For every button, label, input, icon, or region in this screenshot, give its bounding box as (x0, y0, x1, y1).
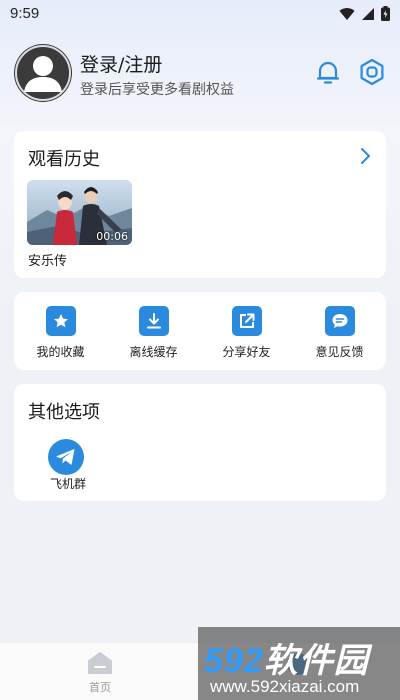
status-icons (339, 6, 390, 21)
status-time: 9:59 (10, 5, 40, 22)
settings-icon (360, 58, 384, 86)
chevron-right-icon (361, 148, 370, 164)
share-friends-label: 分享好友 (222, 345, 271, 359)
favorites-label: 我的收藏 (36, 345, 85, 359)
watermark-logo-number: 592 (204, 642, 264, 680)
watermark-url: www.592xiazai.com (210, 677, 360, 696)
offline-cache-button[interactable]: 离线缓存 (107, 292, 200, 370)
feedback-icon (332, 314, 347, 328)
other-options-card: 其他选项 飞机群 (14, 384, 386, 501)
wifi-icon (339, 7, 355, 20)
settings-button[interactable] (357, 57, 387, 87)
user-placeholder-icon (15, 45, 71, 101)
nav-home-label: 首页 (89, 681, 111, 694)
login-subtitle: 登录后享受更多看剧权益 (80, 82, 234, 98)
history-video-title[interactable]: 安乐传 (28, 250, 67, 269)
share-friends-button[interactable]: 分享好友 (200, 292, 293, 370)
telegram-group-button[interactable] (48, 439, 84, 475)
quick-actions-card: 我的收藏 离线缓存 分享好友 意见反馈 (14, 292, 386, 370)
avatar[interactable] (14, 44, 72, 102)
notification-button[interactable] (313, 57, 343, 87)
feedback-button[interactable]: 意见反馈 (293, 292, 386, 370)
watermark-logo: 592软件园 (204, 633, 369, 682)
watermark: 592软件园 www.592xiazai.com (198, 627, 400, 700)
watermark-logo-text: 软件园 (263, 642, 369, 680)
battery-icon (381, 6, 390, 21)
history-card: 观看历史 00:06 安乐传 (14, 131, 386, 278)
telegram-group-label[interactable]: 飞机群 (50, 475, 86, 492)
signal-icon (362, 7, 374, 20)
status-bar: 9:59 (0, 0, 400, 28)
telegram-icon (48, 439, 84, 475)
other-options-title: 其他选项 (28, 402, 100, 423)
history-more-button[interactable] (358, 147, 372, 165)
nav-home-tab[interactable]: 首页 (78, 651, 122, 695)
video-duration: 00:06 (96, 230, 128, 243)
offline-cache-label: 离线缓存 (129, 345, 178, 359)
history-video-thumbnail[interactable]: 00:06 (27, 180, 132, 245)
history-title: 观看历史 (28, 149, 100, 170)
bell-icon (316, 61, 340, 84)
favorites-button[interactable]: 我的收藏 (14, 292, 107, 370)
feedback-label: 意见反馈 (315, 345, 364, 359)
share-icon (239, 313, 254, 328)
download-icon (146, 313, 161, 329)
star-icon (53, 314, 68, 328)
home-icon (88, 652, 112, 674)
login-register-link[interactable]: 登录/注册 (80, 50, 162, 77)
